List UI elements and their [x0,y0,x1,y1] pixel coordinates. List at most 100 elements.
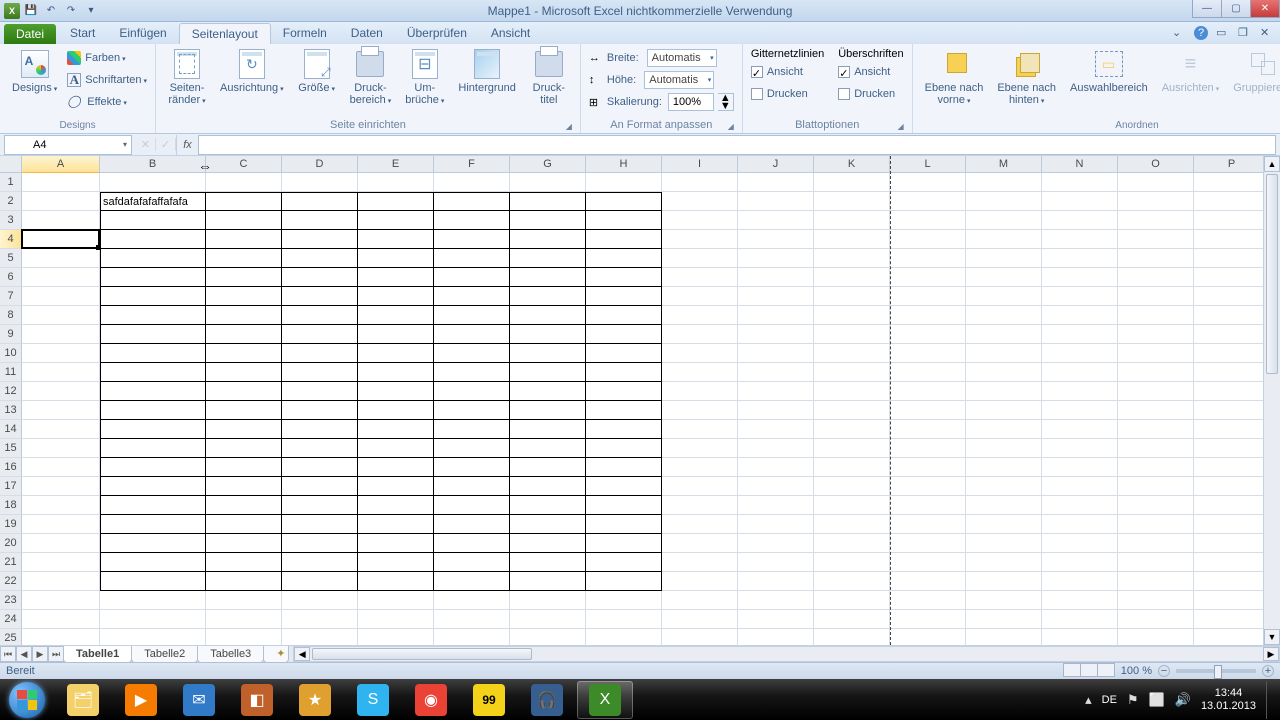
cell[interactable] [738,173,814,192]
cell[interactable] [1042,610,1118,629]
cell[interactable] [890,477,966,496]
cell[interactable] [22,363,100,382]
cell[interactable] [22,496,100,515]
cell[interactable] [738,211,814,230]
cell[interactable] [586,439,662,458]
colors-button[interactable]: Farben [67,48,147,68]
cell[interactable] [662,306,738,325]
formula-bar[interactable] [198,135,1276,155]
cell[interactable] [1118,534,1194,553]
next-sheet-icon[interactable]: ▶ [32,646,48,662]
row-header[interactable]: 24 [0,610,22,629]
cell[interactable] [358,458,434,477]
cell[interactable] [890,572,966,591]
cell[interactable] [206,629,282,645]
row-header[interactable]: 21 [0,553,22,572]
cell[interactable] [890,382,966,401]
cell[interactable] [22,249,100,268]
cell[interactable] [100,325,206,344]
cell[interactable] [814,268,890,287]
cell[interactable] [282,230,358,249]
cell[interactable] [1194,268,1270,287]
first-sheet-icon[interactable]: ⏮ [0,646,16,662]
cell[interactable] [890,249,966,268]
cell[interactable] [100,268,206,287]
minimize-ribbon-icon[interactable]: ⌄ [1172,26,1186,40]
cell[interactable] [1194,496,1270,515]
cell[interactable] [1194,515,1270,534]
cell[interactable] [358,610,434,629]
cell[interactable] [22,458,100,477]
taskbar-app-app2[interactable]: ★ [287,681,343,719]
cell[interactable] [510,458,586,477]
cell[interactable] [100,553,206,572]
cell[interactable] [1194,325,1270,344]
gridlines-print-checkbox[interactable] [751,88,763,100]
cell[interactable] [434,553,510,572]
column-header[interactable]: O [1118,156,1194,173]
cell[interactable] [1118,382,1194,401]
cell[interactable] [662,477,738,496]
cell[interactable] [358,382,434,401]
redo-icon[interactable]: ↷ [62,2,80,20]
cell[interactable] [814,306,890,325]
view-buttons[interactable] [1064,663,1115,680]
bring-forward-button[interactable]: Ebene nach vorne [921,46,988,110]
cell[interactable] [1194,344,1270,363]
prev-sheet-icon[interactable]: ◀ [16,646,32,662]
cell[interactable] [966,401,1042,420]
cell[interactable] [434,268,510,287]
background-button[interactable]: Hintergrund [454,46,519,96]
orientation-button[interactable]: Ausrichtung [216,46,288,98]
column-header[interactable]: G [510,156,586,173]
cell[interactable] [100,458,206,477]
row-header[interactable]: 1 [0,173,22,192]
cell[interactable] [1042,458,1118,477]
cell[interactable] [662,363,738,382]
cell[interactable] [358,439,434,458]
cell[interactable] [662,610,738,629]
cell[interactable] [662,420,738,439]
row-header[interactable]: 22 [0,572,22,591]
cell[interactable] [100,306,206,325]
cell[interactable] [510,268,586,287]
cell[interactable] [282,553,358,572]
cell[interactable] [890,344,966,363]
cell[interactable] [586,287,662,306]
cell[interactable] [662,515,738,534]
cell[interactable] [22,230,100,249]
cell[interactable] [282,306,358,325]
file-tab[interactable]: Datei [4,24,56,44]
cell[interactable] [662,211,738,230]
cell[interactable] [282,325,358,344]
cell[interactable] [434,192,510,211]
cell[interactable] [206,363,282,382]
cell[interactable] [282,629,358,645]
effects-button[interactable]: ◯Effekte [67,92,147,112]
cell[interactable] [966,458,1042,477]
cell[interactable] [966,211,1042,230]
cell[interactable] [282,515,358,534]
cell[interactable] [814,230,890,249]
cell[interactable] [738,306,814,325]
cell[interactable] [206,496,282,515]
cell[interactable] [814,439,890,458]
cell[interactable] [890,439,966,458]
cell[interactable] [1042,363,1118,382]
cell[interactable] [1042,306,1118,325]
cell[interactable] [814,363,890,382]
cell[interactable] [100,230,206,249]
cell[interactable] [206,420,282,439]
headings-view-checkbox[interactable]: ✓ [838,66,850,78]
cell[interactable] [1194,534,1270,553]
cell[interactable] [358,629,434,645]
cell[interactable] [510,192,586,211]
cell[interactable] [814,401,890,420]
scale-launcher-icon[interactable]: ◢ [728,122,734,131]
cell[interactable] [966,515,1042,534]
cell[interactable] [1118,610,1194,629]
cell[interactable] [966,629,1042,645]
row-header[interactable]: 6 [0,268,22,287]
cell[interactable] [738,591,814,610]
taskbar-app-ts[interactable]: 🎧 [519,681,575,719]
